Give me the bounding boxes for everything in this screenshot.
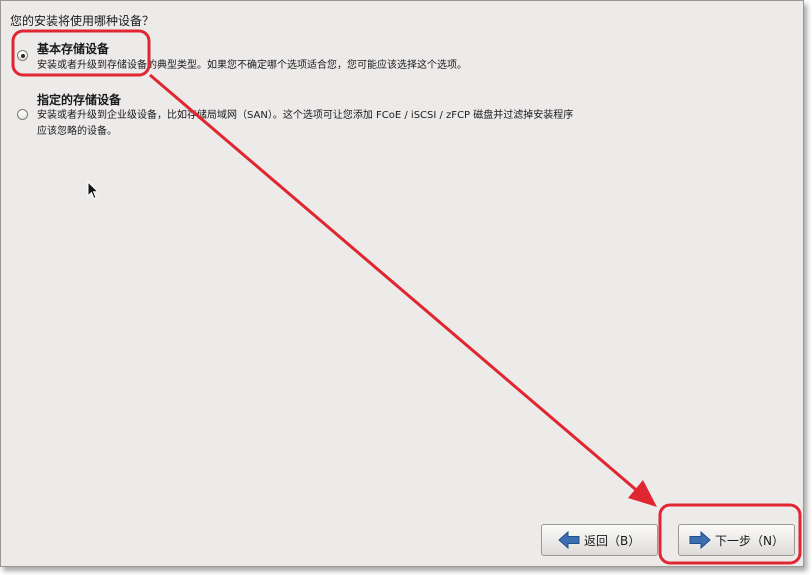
mouse-pointer-icon [87,181,100,200]
option-basic-title[interactable]: 基本存储设备 [37,40,109,57]
right-arrow-icon [689,531,711,549]
radio-basic-storage[interactable] [17,50,28,61]
left-arrow-icon [558,531,580,549]
device-question: 您的安装将使用哪种设备？ [10,14,155,28]
back-button-label: 返回（B） [584,533,641,548]
installer-window: 您的安装将使用哪种设备？ 基本存储设备 安装或者升级到存储设备的典型类型。如果您… [0,0,804,567]
option-basic-description: 安装或者升级到存储设备的典型类型。如果您不确定哪个选项适合您，您可能应该选择这个… [37,60,467,71]
option-specialized-description: 安装或者升级到企业级设备，比如存储局域网（SAN）。这个选项可让您添加 FCoE… [37,110,574,137]
option-specialized-title[interactable]: 指定的存储设备 [37,91,121,108]
next-button-label: 下一步（N） [715,533,784,548]
radio-specialized-storage[interactable] [17,109,28,120]
next-button[interactable]: 下一步（N） [678,524,795,556]
back-button[interactable]: 返回（B） [541,524,658,556]
